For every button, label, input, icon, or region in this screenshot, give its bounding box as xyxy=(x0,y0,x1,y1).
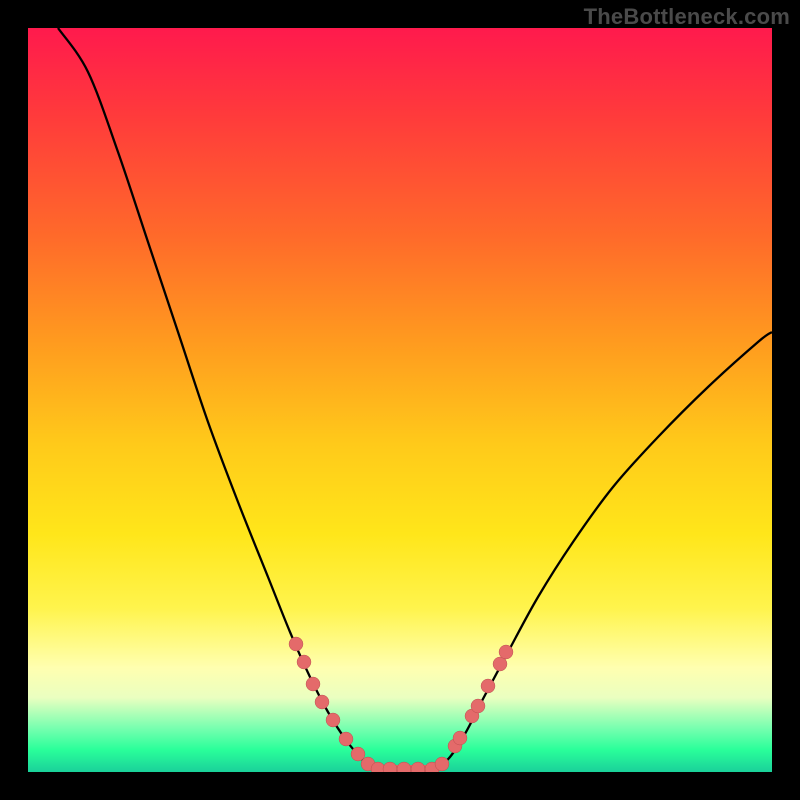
marker-dot xyxy=(435,757,449,771)
marker-dot xyxy=(471,699,485,713)
marker-dot xyxy=(351,747,365,761)
marker-dot xyxy=(397,762,411,772)
marker-dot xyxy=(499,645,513,659)
chart-frame: TheBottleneck.com xyxy=(0,0,800,800)
marker-dot xyxy=(383,762,397,772)
marker-dot xyxy=(481,679,495,693)
marker-dot xyxy=(453,731,467,745)
marker-dot xyxy=(411,762,425,772)
marker-dot xyxy=(339,732,353,746)
watermark-text: TheBottleneck.com xyxy=(584,4,790,30)
marker-dot xyxy=(289,637,303,651)
marker-dot xyxy=(315,695,329,709)
marker-dot xyxy=(297,655,311,669)
curve-left xyxy=(58,28,376,769)
plot-area xyxy=(28,28,772,772)
marker-dot xyxy=(306,677,320,691)
curve-svg xyxy=(28,28,772,772)
marker-dot xyxy=(326,713,340,727)
marker-group xyxy=(289,637,513,772)
curve-right xyxy=(436,332,772,769)
